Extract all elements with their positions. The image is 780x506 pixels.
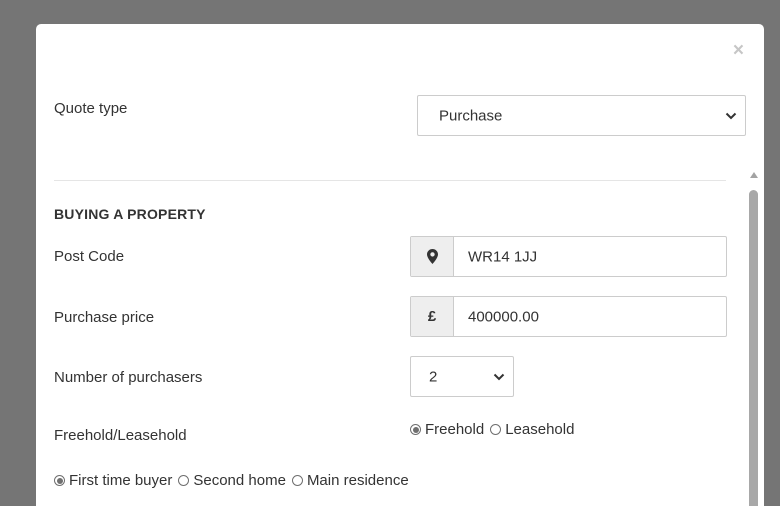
leasehold-radio[interactable]	[490, 424, 502, 435]
chevron-down-icon	[493, 373, 505, 380]
leasehold-label: Leasehold	[505, 421, 575, 438]
first-time-buyer-radio[interactable]	[54, 475, 65, 486]
purchase-price-label: Purchase price	[54, 309, 155, 326]
postcode-input[interactable]: WR14 1JJ	[468, 248, 537, 265]
quote-type-value: Purchase	[439, 107, 503, 124]
close-button[interactable]: ×	[733, 41, 744, 60]
postcode-label: Post Code	[54, 248, 125, 265]
map-marker-icon	[426, 249, 438, 264]
postcode-addon	[411, 237, 454, 276]
buyer-type-radio-group: First time buyer Second home Main reside…	[54, 472, 415, 489]
section-heading: BUYING A PROPERTY	[54, 206, 206, 222]
scroll-up-arrow-icon[interactable]	[750, 172, 758, 178]
chevron-down-icon	[725, 112, 737, 119]
tenure-radio-group: Freehold Leasehold	[410, 421, 580, 438]
second-home-radio[interactable]	[178, 475, 190, 486]
purchase-price-input-group: £ 400000.00	[410, 296, 727, 337]
main-residence-radio[interactable]	[291, 475, 303, 486]
purchasers-select[interactable]: 2	[410, 356, 514, 397]
quote-modal: × Quote type Purchase BUYING A PROPERTY …	[36, 24, 764, 506]
quote-type-label: Quote type	[54, 100, 128, 117]
quote-type-select[interactable]: Purchase	[417, 95, 746, 136]
purchasers-label: Number of purchasers	[54, 369, 203, 386]
modal-scrollbar[interactable]	[749, 172, 759, 506]
section-divider	[54, 180, 726, 181]
first-time-buyer-label: First time buyer	[69, 472, 173, 489]
second-home-label: Second home	[193, 472, 286, 489]
tenure-label: Freehold/Leasehold	[54, 427, 187, 444]
purchase-price-input[interactable]: 400000.00	[468, 308, 539, 325]
freehold-label: Freehold	[425, 421, 485, 438]
purchasers-value: 2	[429, 368, 438, 385]
pound-icon: £	[411, 297, 454, 336]
postcode-input-group: WR14 1JJ	[410, 236, 727, 277]
scroll-thumb[interactable]	[749, 190, 758, 506]
main-residence-label: Main residence	[306, 472, 409, 489]
freehold-radio[interactable]	[410, 424, 421, 435]
